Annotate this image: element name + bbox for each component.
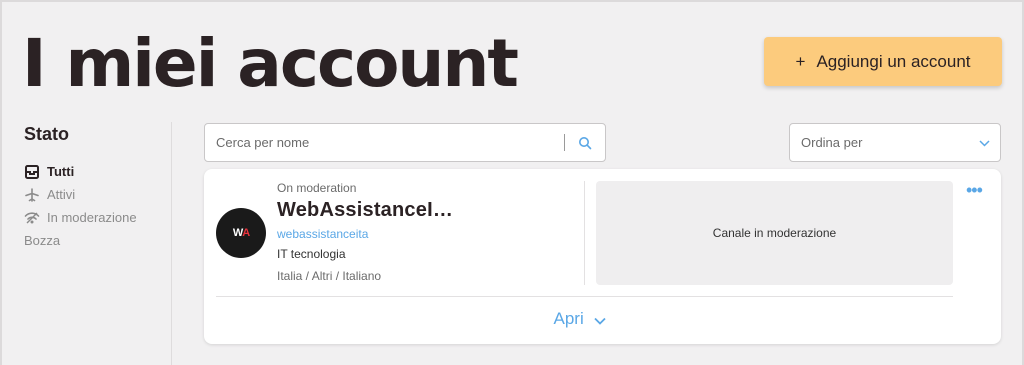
account-language-topic: IT tecnologia — [277, 247, 346, 261]
sort-select[interactable]: Ordina per — [789, 123, 1001, 162]
status-filter-list: Tutti Attivi In moderazione Bozza — [24, 160, 137, 252]
chevron-down-icon — [594, 310, 607, 330]
sort-select-label: Ordina per — [801, 135, 863, 150]
more-options-icon[interactable]: ••• — [966, 181, 983, 199]
page-title: I miei account — [22, 25, 519, 102]
sidebar-item-label: Tutti — [47, 164, 75, 179]
moderation-text: Canale in moderazione — [712, 226, 837, 240]
sidebar-divider — [171, 122, 172, 365]
search-icon[interactable] — [575, 136, 595, 150]
sidebar-item-attivi[interactable]: Attivi — [24, 183, 137, 206]
chevron-down-icon — [979, 135, 990, 150]
card-vertical-divider — [584, 181, 585, 285]
add-account-label: Aggiungi un account — [816, 51, 971, 71]
account-region: Italia / Altri / Italiano — [277, 269, 382, 283]
open-label: Apri — [553, 309, 584, 328]
top-border — [0, 0, 1024, 2]
plus-icon: + — [795, 51, 806, 71]
sidebar-item-label: Attivi — [47, 187, 76, 202]
sidebar-item-tutti[interactable]: Tutti — [24, 160, 137, 183]
account-handle-link[interactable]: webassistanceita — [277, 227, 368, 241]
account-card: WA On moderation WebAssistanceI… webassi… — [204, 169, 1001, 344]
open-button[interactable]: Apri — [204, 309, 956, 330]
search-input[interactable] — [205, 135, 564, 150]
sidebar-item-label: Bozza — [24, 233, 61, 248]
wifi-icon — [24, 210, 40, 226]
inbox-icon — [24, 164, 40, 180]
search-separator — [564, 134, 565, 151]
left-border — [0, 0, 2, 365]
account-name: WebAssistanceI… — [277, 199, 454, 221]
avatar: WA — [216, 208, 266, 258]
sidebar-item-bozza[interactable]: Bozza — [24, 229, 137, 252]
card-horizontal-divider — [216, 296, 953, 297]
search-box — [204, 123, 606, 162]
sidebar-item-in-moderazione[interactable]: In moderazione — [24, 206, 137, 229]
sidebar-item-label: In moderazione — [47, 210, 137, 225]
sidebar-title: Stato — [24, 124, 69, 144]
plane-icon — [24, 187, 40, 203]
moderation-panel: Canale in moderazione — [596, 181, 953, 285]
account-status: On moderation — [277, 181, 357, 195]
add-account-button[interactable]: + Aggiungi un account — [764, 37, 1002, 86]
